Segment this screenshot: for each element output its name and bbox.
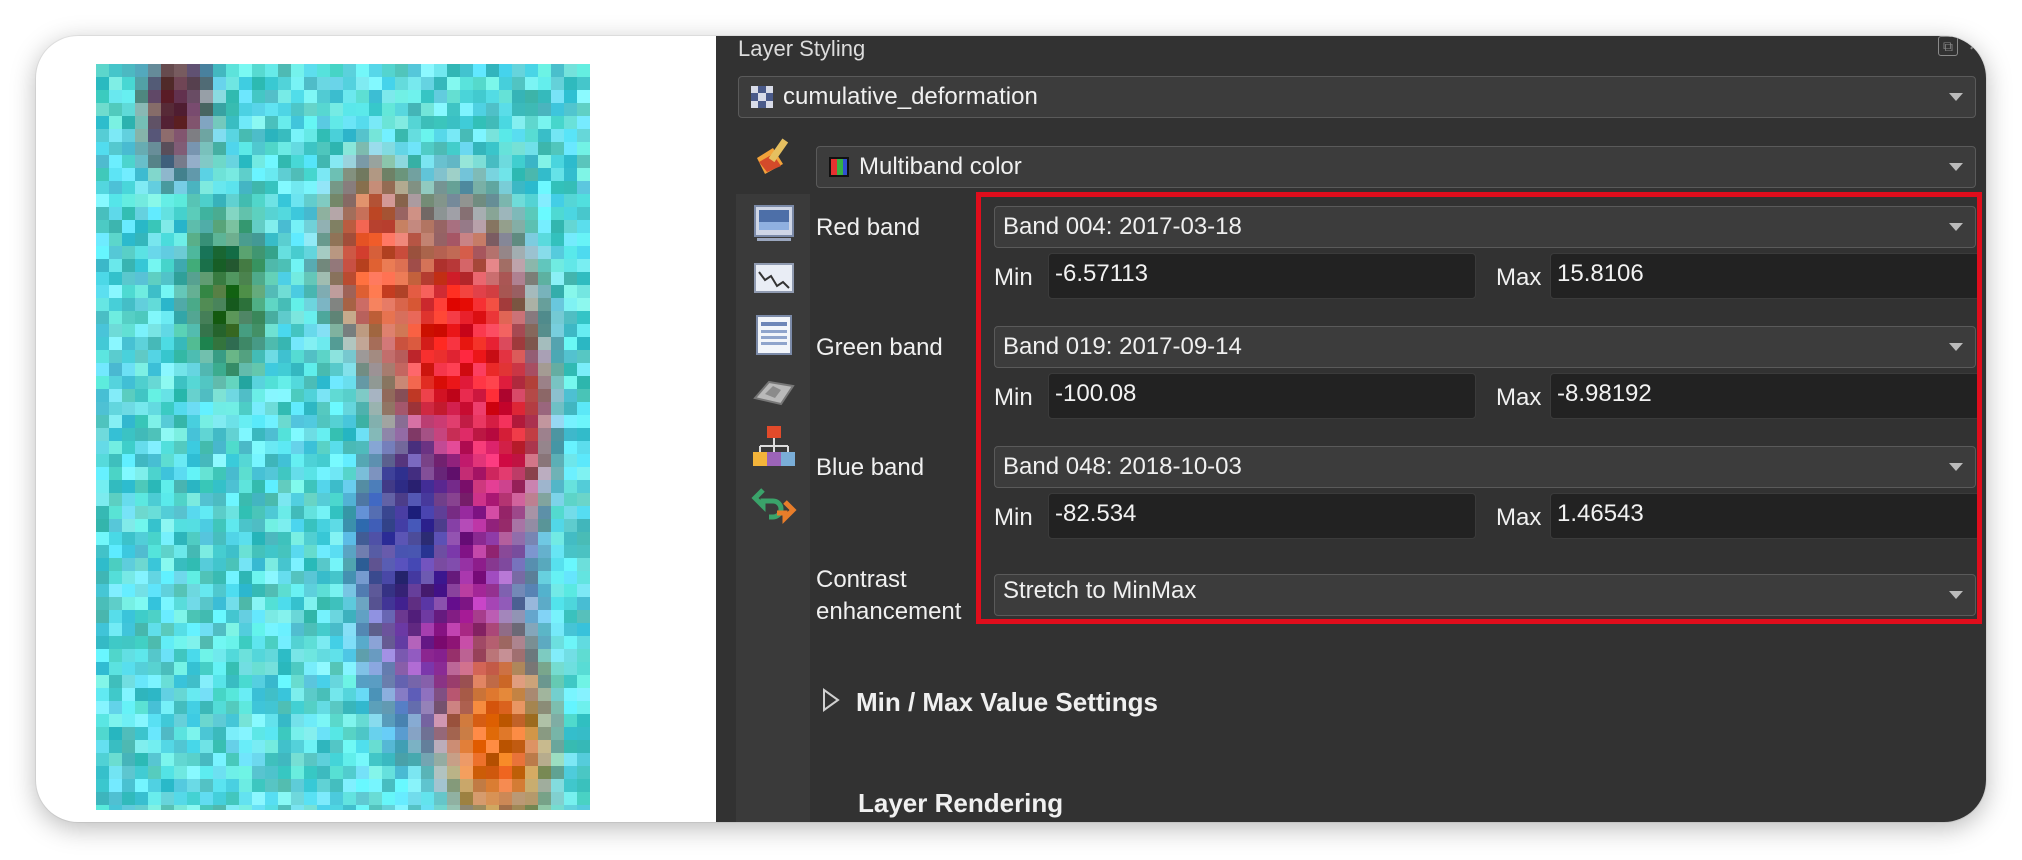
history-undo-icon[interactable] [751, 480, 797, 526]
contrast-label-line1: Contrast [816, 566, 907, 593]
red-min-input[interactable]: -6.57113 [1048, 253, 1476, 299]
blue-max-input[interactable]: 1.46543 [1550, 493, 1980, 539]
green-min-label: Min [994, 384, 1033, 411]
layer-raster-icon [751, 86, 773, 108]
style-tabs [736, 124, 810, 822]
minmax-settings-section[interactable]: Min / Max Value Settings [856, 687, 1158, 718]
chevron-down-icon [1949, 343, 1963, 351]
chevron-down-icon [1949, 163, 1963, 171]
chevron-down-icon [1949, 223, 1963, 231]
3d-view-icon[interactable] [751, 368, 797, 414]
multiband-icon [829, 157, 849, 177]
layer-name: cumulative_deformation [783, 83, 1038, 110]
red-max-input[interactable]: 15.8106 [1550, 253, 1980, 299]
red-min-label: Min [994, 264, 1033, 291]
blue-min-label: Min [994, 504, 1033, 531]
green-max-input[interactable]: -8.98192 [1550, 373, 1980, 419]
green-min-input[interactable]: -100.08 [1048, 373, 1476, 419]
layer-select[interactable]: cumulative_deformation [738, 76, 1976, 118]
red-max-label: Max [1496, 264, 1542, 291]
layer-styling-panel: Layer Styling ⧉ ✕ cumulative_deformation [716, 36, 1986, 822]
blue-band-select[interactable]: Band 048: 2018-10-03 [994, 446, 1976, 488]
blue-max-label: Max [1496, 504, 1542, 531]
expand-triangle-icon[interactable] [822, 688, 840, 712]
contrast-label-line2: enhancement [816, 598, 962, 625]
renderer-type-label: Multiband color [859, 153, 1022, 180]
close-icon[interactable]: ✕ [1966, 36, 1986, 56]
renderer-type-select[interactable]: Multiband color [816, 146, 1976, 188]
chevron-down-icon [1949, 591, 1963, 599]
contrast-value: Stretch to MinMax [1003, 577, 1197, 604]
blue-min-input[interactable]: -82.534 [1048, 493, 1476, 539]
blue-band-label: Blue band [816, 454, 925, 481]
green-band-label: Green band [816, 334, 943, 361]
green-band-value: Band 019: 2017-09-14 [1003, 333, 1242, 360]
chevron-down-icon [1949, 93, 1963, 101]
red-band-value: Band 004: 2017-03-18 [1003, 213, 1242, 240]
red-band-label: Red band [816, 214, 921, 241]
red-band-select[interactable]: Band 004: 2017-03-18 [994, 206, 1976, 248]
paintbrush-icon[interactable] [751, 134, 797, 180]
layer-rendering-section[interactable]: Layer Rendering [858, 788, 1063, 819]
panel-title: Layer Styling [738, 36, 866, 61]
deformation-raster [96, 64, 590, 810]
contrast-enhancement-select[interactable]: Stretch to MinMax [994, 574, 1976, 616]
float-icon[interactable]: ⧉ [1938, 36, 1958, 56]
blue-band-value: Band 048: 2018-10-03 [1003, 453, 1242, 480]
window-card: Layer Styling ⧉ ✕ cumulative_deformation [36, 36, 1986, 822]
green-max-label: Max [1496, 384, 1542, 411]
hierarchy-icon[interactable] [751, 424, 797, 470]
green-band-select[interactable]: Band 019: 2017-09-14 [994, 326, 1976, 368]
chevron-down-icon [1949, 463, 1963, 471]
transparency-icon[interactable] [751, 256, 797, 302]
histogram-icon[interactable] [751, 200, 797, 246]
metadata-icon[interactable] [751, 312, 797, 358]
map-canvas[interactable] [96, 64, 590, 810]
